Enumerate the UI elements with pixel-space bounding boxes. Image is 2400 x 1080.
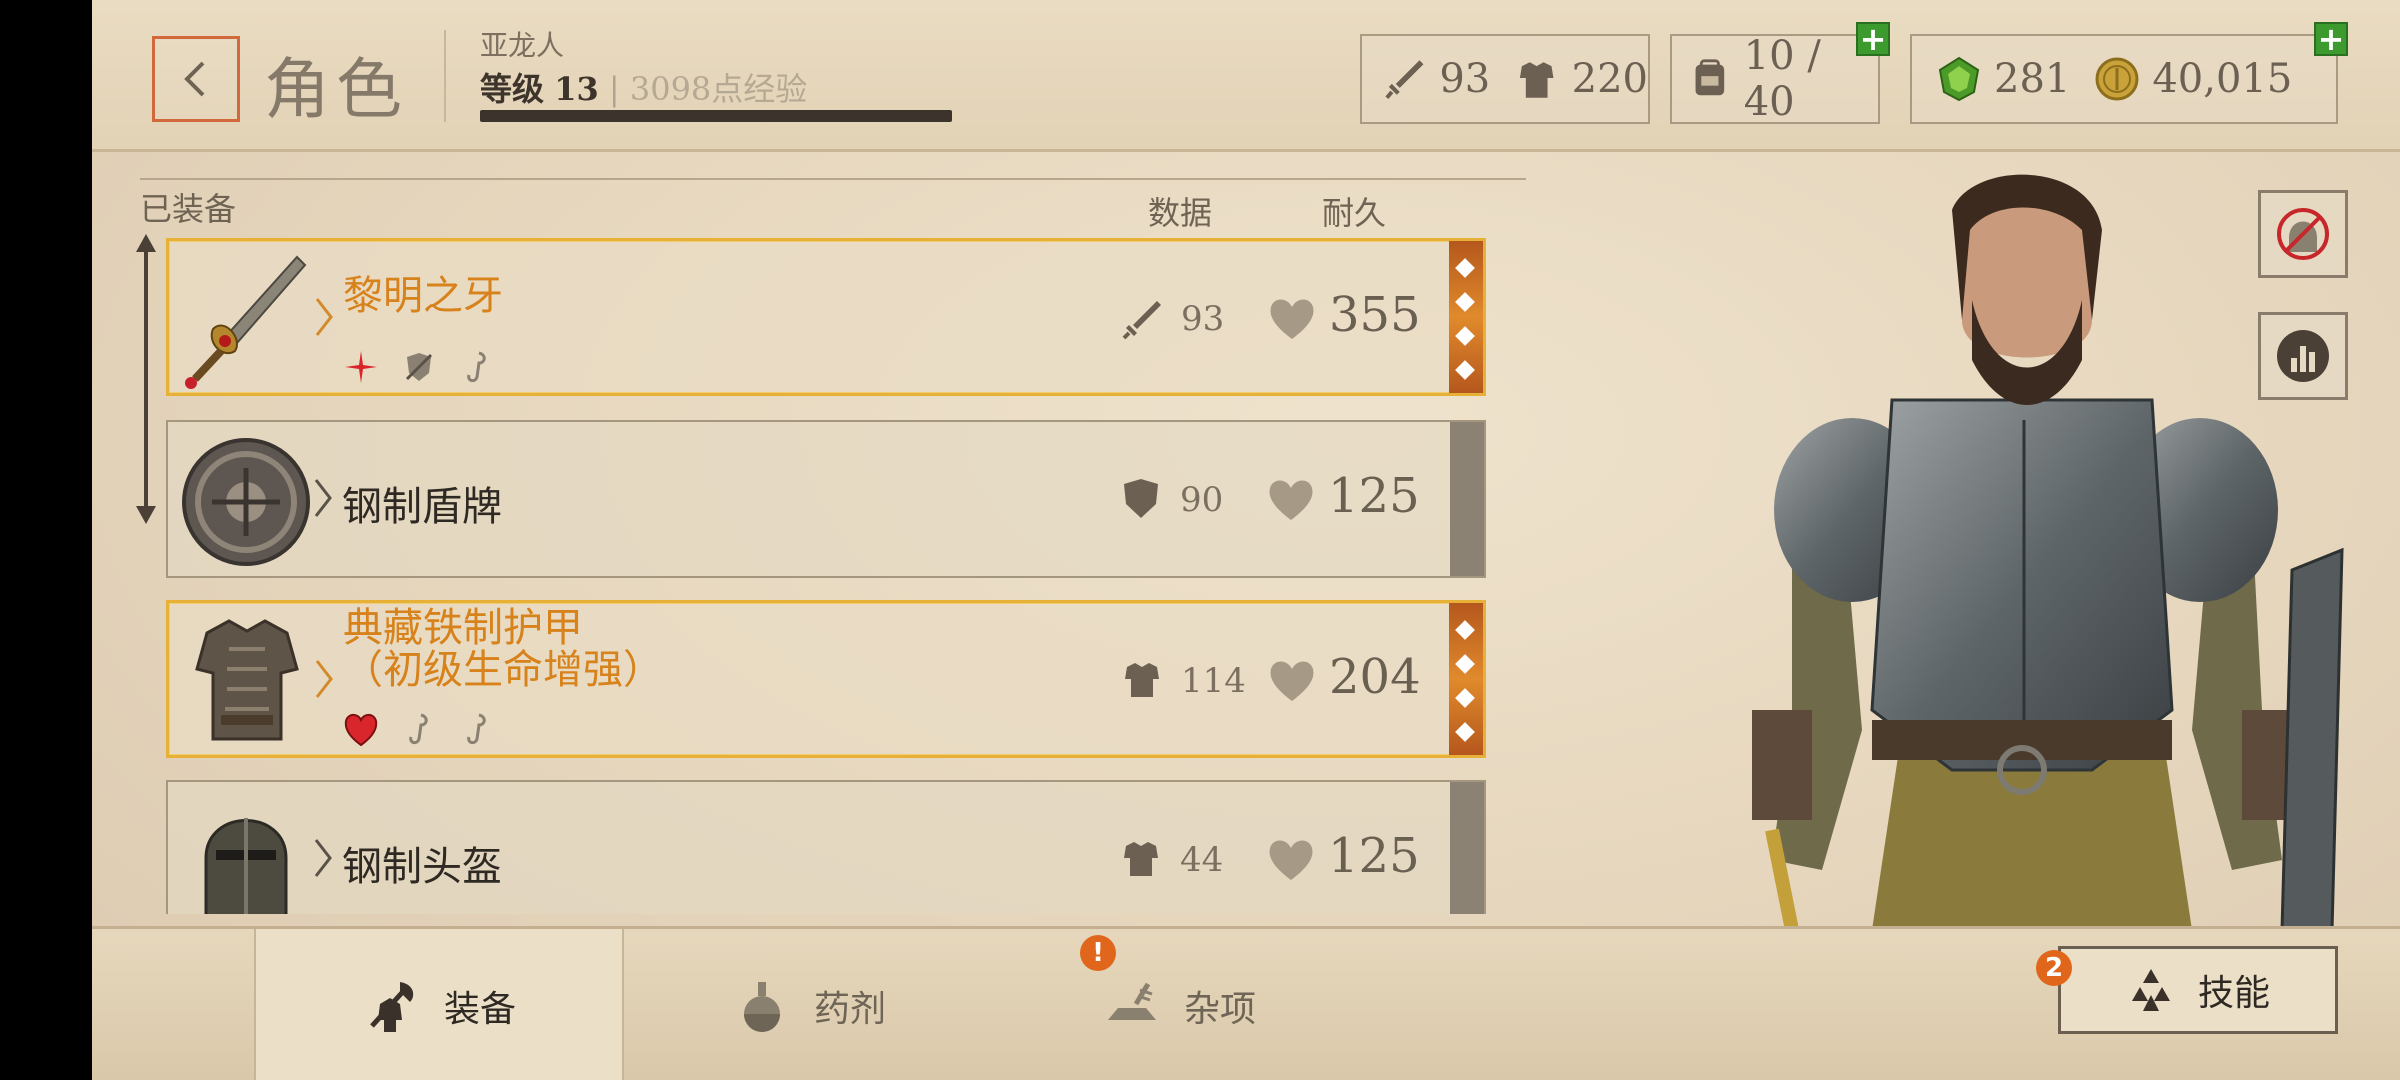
attack-value: 93 [1439, 56, 1491, 102]
durability-heart-icon [1269, 480, 1313, 520]
page-title: 角色 [264, 51, 408, 128]
shield-icon [1124, 479, 1158, 518]
tab-label: 药剂 [814, 989, 887, 1030]
item-durability: 125 [1328, 828, 1420, 884]
level-label: 等级 [480, 70, 545, 108]
tab-potions[interactable]: 药剂 [732, 929, 1012, 1080]
helmet-item-image [204, 818, 288, 914]
axe-armor-icon [370, 982, 414, 1032]
armor-value: 220 [1571, 56, 1648, 102]
quality-stripe [1450, 782, 1484, 914]
xp-text: 3098点经验 [629, 70, 808, 108]
quality-stripe [1449, 241, 1483, 393]
item-name: 钢制头盔 [342, 844, 502, 890]
armor-icon [1125, 663, 1159, 697]
bar-chart-icon [2277, 330, 2329, 382]
chevron-left-icon [184, 61, 205, 97]
hook-icon [467, 713, 486, 745]
item-stat: 114 [1181, 661, 1246, 701]
item-arrow-icon [315, 660, 333, 698]
combat-stats-box[interactable]: 93 220 [1360, 34, 1650, 124]
divider [444, 30, 446, 122]
skills-button[interactable]: 技能 [2058, 946, 2338, 1034]
inventory-box[interactable]: 10 / 40 [1670, 33, 1880, 125]
hook-icon [409, 713, 428, 745]
gold-coin-icon [2095, 57, 2139, 101]
skills-icon [2131, 969, 2170, 1011]
item-badges [343, 349, 495, 385]
helmet-hidden-icon [2277, 208, 2329, 260]
heart-icon [344, 713, 378, 747]
durability-heart-icon [1270, 299, 1314, 339]
level-separator: | [608, 70, 620, 108]
misc-notification-badge: ! [1080, 935, 1116, 971]
durability-heart-icon [1269, 840, 1313, 880]
armor-icon [1520, 62, 1554, 98]
quality-stripe [1450, 422, 1484, 576]
skills-label: 技能 [2197, 973, 2270, 1014]
hook-icon [467, 351, 486, 383]
top-bar: 角色 亚龙人 等级 13 | 3098点经验 93 220 10 / 40 + … [92, 0, 2400, 152]
level-value: 13 [554, 70, 599, 108]
item-durability: 125 [1328, 468, 1420, 524]
xp-progress-bar [480, 110, 952, 122]
stats-button[interactable] [2258, 312, 2348, 400]
shield-break-icon [405, 353, 433, 381]
equipped-item-weapon[interactable]: 黎明之牙 93 355 [166, 238, 1486, 396]
character-model[interactable] [1652, 170, 2392, 930]
sword-icon [1385, 60, 1424, 100]
screen-bezel [0, 0, 92, 1080]
shield-item-image [182, 438, 310, 566]
back-button[interactable] [152, 36, 240, 122]
equipped-label: 已装备 [140, 190, 237, 228]
item-arrow-icon [315, 298, 333, 336]
column-data-header: 数据 [1148, 194, 1213, 232]
armor-icon [1124, 842, 1158, 876]
character-screen: 角色 亚龙人 等级 13 | 3098点经验 93 220 10 / 40 + … [92, 0, 2400, 1080]
potion-icon [744, 982, 780, 1032]
item-name: 黎明之牙 [343, 273, 503, 319]
column-durability-header: 耐久 [1322, 194, 1387, 232]
currency-box[interactable]: 281 40,015 [1910, 34, 2338, 124]
item-durability: 355 [1329, 287, 1421, 343]
item-name: 典藏铁制护甲 （初级生命增强） [343, 607, 663, 691]
race-label: 亚龙人 [480, 29, 565, 62]
durability-heart-icon [1270, 661, 1314, 701]
gold-value: 40,015 [2152, 56, 2293, 102]
list-top-line [140, 178, 1526, 180]
backpack-icon [1695, 59, 1725, 96]
sword-icon [1122, 301, 1161, 340]
item-stat: 44 [1180, 840, 1224, 880]
item-name-line1: 典藏铁制护甲 [343, 605, 583, 651]
item-name: 钢制盾牌 [342, 484, 502, 530]
skills-notification-badge: 2 [2036, 950, 2072, 986]
item-badges [343, 711, 495, 747]
gems-value: 281 [1994, 56, 2071, 102]
armor-item-image [195, 619, 299, 741]
equipped-item-helmet[interactable]: 钢制头盔 44 125 [166, 780, 1486, 914]
item-durability: 204 [1329, 649, 1421, 705]
item-arrow-icon [314, 479, 332, 517]
quality-stripe [1449, 603, 1483, 755]
add-inventory-button[interactable]: + [1856, 22, 1890, 56]
list-clip: 钢制头盔 44 125 [92, 770, 1592, 914]
item-stat: 90 [1180, 480, 1224, 520]
dagger-item-image [185, 255, 307, 389]
tab-label: 装备 [443, 989, 516, 1030]
gem-icon [1938, 56, 1980, 102]
equipped-item-armor[interactable]: 典藏铁制护甲 （初级生命增强） 114 204 [166, 600, 1486, 758]
item-stat: 93 [1181, 299, 1225, 339]
add-currency-button[interactable]: + [2314, 22, 2348, 56]
tab-label: 杂项 [1184, 989, 1257, 1030]
tab-misc[interactable]: 杂项 [1102, 929, 1382, 1080]
ingot-icon [1108, 982, 1156, 1020]
item-arrow-icon [314, 839, 332, 877]
equipped-item-shield[interactable]: 钢制盾牌 90 125 [166, 420, 1486, 578]
hide-helmet-button[interactable] [2258, 190, 2348, 278]
item-name-line2: （初级生命增强） [343, 647, 663, 693]
red-star-icon [345, 351, 377, 383]
tab-equipment[interactable]: 装备 [254, 929, 624, 1080]
scroll-indicator[interactable] [132, 234, 160, 524]
level-line: 等级 13 | 3098点经验 [480, 64, 807, 110]
